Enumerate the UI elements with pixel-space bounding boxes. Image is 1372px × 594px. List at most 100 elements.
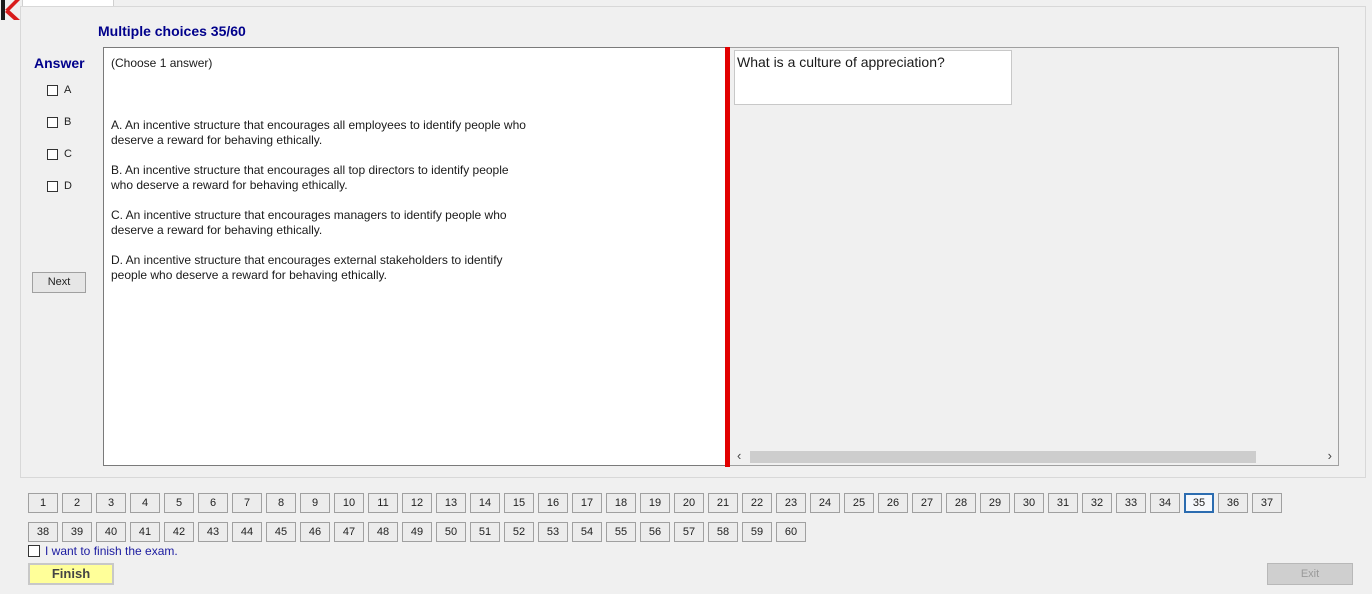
question-nav-button-46[interactable]: 46 [300, 522, 330, 542]
question-nav-button-2[interactable]: 2 [62, 493, 92, 513]
question-nav-button-40[interactable]: 40 [96, 522, 126, 542]
question-nav-button-52[interactable]: 52 [504, 522, 534, 542]
question-nav-button-14[interactable]: 14 [470, 493, 500, 513]
question-nav-button-38[interactable]: 38 [28, 522, 58, 542]
answer-text-d: D. An incentive structure that encourage… [111, 253, 611, 283]
question-nav-button-57[interactable]: 57 [674, 522, 704, 542]
question-nav-button-58[interactable]: 58 [708, 522, 738, 542]
horizontal-scrollbar[interactable]: ‹ › [733, 448, 1336, 463]
question-nav-button-34[interactable]: 34 [1150, 493, 1180, 513]
question-nav-button-24[interactable]: 24 [810, 493, 840, 513]
question-nav-button-56[interactable]: 56 [640, 522, 670, 542]
question-nav-button-19[interactable]: 19 [640, 493, 670, 513]
question-nav-button-51[interactable]: 51 [470, 522, 500, 542]
question-nav-button-6[interactable]: 6 [198, 493, 228, 513]
question-nav-button-10[interactable]: 10 [334, 493, 364, 513]
answer-label: Answer [34, 55, 85, 71]
question-nav-button-49[interactable]: 49 [402, 522, 432, 542]
option-letter: A [64, 84, 72, 96]
answer-text-line: D. An incentive structure that encourage… [111, 253, 503, 267]
checkbox-icon[interactable] [47, 84, 58, 96]
question-nav-button-15[interactable]: 15 [504, 493, 534, 513]
question-nav-button-59[interactable]: 59 [742, 522, 772, 542]
scrollbar-thumb[interactable] [750, 451, 1256, 463]
question-nav-button-21[interactable]: 21 [708, 493, 738, 513]
question-nav-button-48[interactable]: 48 [368, 522, 398, 542]
question-nav-button-36[interactable]: 36 [1218, 493, 1248, 513]
question-nav-button-32[interactable]: 32 [1082, 493, 1112, 513]
answer-text-c: C. An incentive structure that encourage… [111, 208, 611, 238]
exit-button[interactable]: Exit [1267, 563, 1353, 585]
answer-option-d[interactable]: D [47, 179, 72, 193]
checkbox-icon[interactable] [47, 116, 58, 128]
checkbox-icon[interactable] [47, 180, 58, 192]
question-nav-button-55[interactable]: 55 [606, 522, 636, 542]
question-nav-button-23[interactable]: 23 [776, 493, 806, 513]
answer-text-a: A. An incentive structure that encourage… [111, 118, 611, 148]
question-nav-button-11[interactable]: 11 [368, 493, 398, 513]
question-nav-button-20[interactable]: 20 [674, 493, 704, 513]
question-nav-button-1[interactable]: 1 [28, 493, 58, 513]
finish-button[interactable]: Finish [28, 563, 114, 585]
choose-instruction: (Choose 1 answer) [111, 56, 213, 70]
next-button[interactable]: Next [32, 272, 86, 293]
answers-text-panel: (Choose 1 answer) A. An incentive struct… [103, 47, 726, 466]
question-nav-button-22[interactable]: 22 [742, 493, 772, 513]
question-nav-button-3[interactable]: 3 [96, 493, 126, 513]
option-letter: D [64, 180, 72, 192]
question-nav-button-27[interactable]: 27 [912, 493, 942, 513]
question-nav-button-60[interactable]: 60 [776, 522, 806, 542]
question-nav-button-16[interactable]: 16 [538, 493, 568, 513]
page-title: Multiple choices 35/60 [98, 23, 246, 39]
checkbox-icon[interactable] [47, 148, 58, 160]
question-panel: What is a culture of appreciation? ‹ › [730, 47, 1339, 466]
question-nav-button-54[interactable]: 54 [572, 522, 602, 542]
answer-text-line: deserve a reward for behaving ethically. [111, 133, 323, 147]
question-nav-button-33[interactable]: 33 [1116, 493, 1146, 513]
question-text: What is a culture of appreciation? [734, 50, 1012, 105]
question-nav-button-26[interactable]: 26 [878, 493, 908, 513]
answer-text-line: deserve a reward for behaving ethically. [111, 223, 323, 237]
question-nav-button-29[interactable]: 29 [980, 493, 1010, 513]
answer-text-line: who deserve a reward for behaving ethica… [111, 178, 348, 192]
question-nav-button-44[interactable]: 44 [232, 522, 262, 542]
question-nav-button-41[interactable]: 41 [130, 522, 160, 542]
answer-option-c[interactable]: C [47, 147, 72, 161]
question-nav-button-18[interactable]: 18 [606, 493, 636, 513]
question-nav-button-42[interactable]: 42 [164, 522, 194, 542]
question-nav-button-4[interactable]: 4 [130, 493, 160, 513]
question-nav-button-25[interactable]: 25 [844, 493, 874, 513]
question-nav-button-12[interactable]: 12 [402, 493, 432, 513]
question-nav-button-28[interactable]: 28 [946, 493, 976, 513]
answer-text-line: people who deserve a reward for behaving… [111, 268, 387, 282]
answers-text: (Choose 1 answer) A. An incentive struct… [111, 56, 611, 298]
answer-option-b[interactable]: B [47, 115, 71, 129]
question-nav-button-30[interactable]: 30 [1014, 493, 1044, 513]
question-nav-button-17[interactable]: 17 [572, 493, 602, 513]
answer-text-line: A. An incentive structure that encourage… [111, 118, 526, 132]
checkbox-icon[interactable] [28, 545, 40, 557]
question-nav-button-31[interactable]: 31 [1048, 493, 1078, 513]
question-nav-button-35[interactable]: 35 [1184, 493, 1214, 513]
question-nav-button-7[interactable]: 7 [232, 493, 262, 513]
question-nav-button-9[interactable]: 9 [300, 493, 330, 513]
question-nav-button-43[interactable]: 43 [198, 522, 228, 542]
question-nav-button-47[interactable]: 47 [334, 522, 364, 542]
finish-confirm-label: I want to finish the exam. [45, 544, 178, 558]
question-nav-button-8[interactable]: 8 [266, 493, 296, 513]
question-nav-button-45[interactable]: 45 [266, 522, 296, 542]
question-nav-button-13[interactable]: 13 [436, 493, 466, 513]
option-letter: C [64, 148, 72, 160]
answer-option-a[interactable]: A [47, 83, 71, 97]
scroll-right-icon[interactable]: › [1328, 448, 1332, 463]
question-nav-button-53[interactable]: 53 [538, 522, 568, 542]
finish-confirm-checkbox[interactable]: I want to finish the exam. [28, 544, 178, 558]
question-nav-button-39[interactable]: 39 [62, 522, 92, 542]
question-nav-button-50[interactable]: 50 [436, 522, 466, 542]
question-nav-button-37[interactable]: 37 [1252, 493, 1282, 513]
question-nav-button-5[interactable]: 5 [164, 493, 194, 513]
answer-text-line: B. An incentive structure that encourage… [111, 163, 509, 177]
app-logo-icon [1, 0, 20, 20]
answer-text-b: B. An incentive structure that encourage… [111, 163, 611, 193]
scroll-left-icon[interactable]: ‹ [737, 448, 741, 463]
